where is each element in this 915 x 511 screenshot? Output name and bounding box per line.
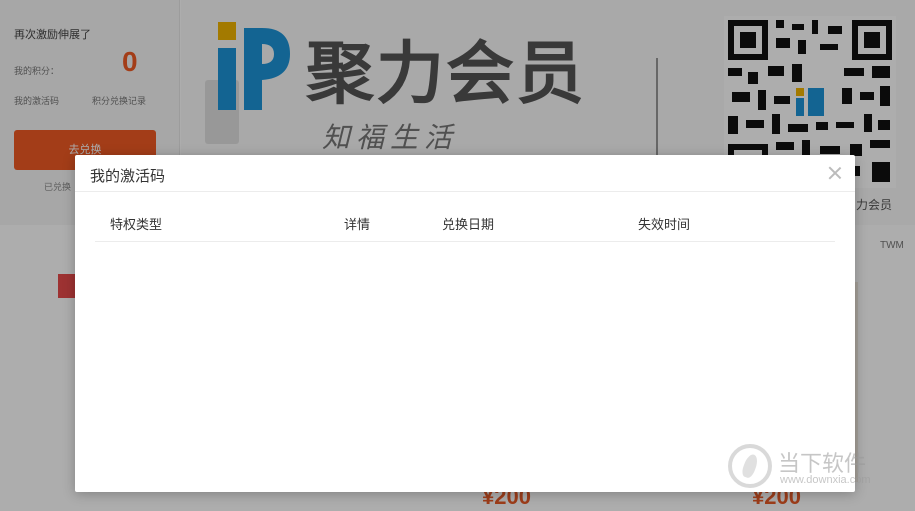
watermark-url: www.downxia.com	[780, 474, 871, 486]
dialog-title: 我的激活码	[90, 167, 166, 185]
watermark: 当下软件 www.downxia.com	[728, 444, 871, 494]
column-header-privilege-type: 特权类型	[110, 218, 163, 233]
dialog-header: 我的激活码	[75, 155, 855, 192]
column-header-redeem-date: 兑换日期	[442, 218, 495, 233]
activation-codes-table: 特权类型 详情 兑换日期 失效时间	[95, 205, 835, 472]
activation-codes-dialog: 我的激活码 特权类型 详情 兑换日期 失效时间	[75, 155, 855, 492]
table-body	[95, 242, 835, 472]
close-icon[interactable]	[825, 163, 845, 183]
column-header-expiry-time: 失效时间	[638, 218, 691, 233]
downxia-logo-icon	[728, 444, 772, 488]
column-header-details: 详情	[344, 218, 371, 233]
table-header: 特权类型 详情 兑换日期 失效时间	[95, 205, 835, 242]
